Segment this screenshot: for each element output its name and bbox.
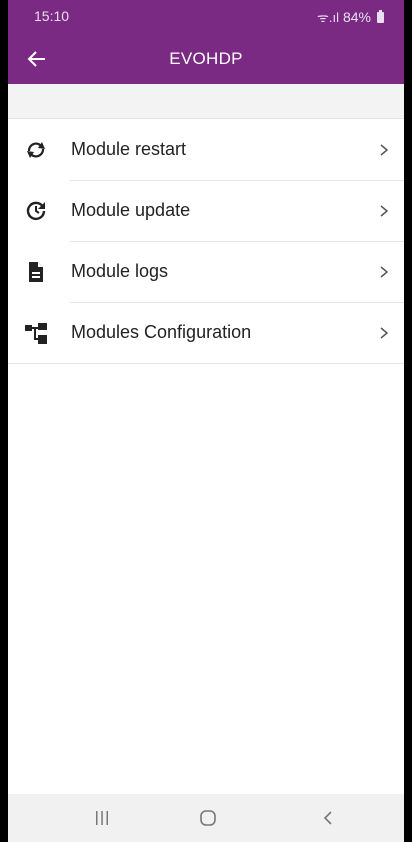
status-bar: 15:10 ᯤ.ıl 84%	[8, 0, 404, 34]
menu-item-modules-configuration[interactable]: Modules Configuration	[8, 302, 404, 363]
battery-percent: 84%	[342, 9, 371, 25]
phone-screen: 15:10 ᯤ.ıl 84% EVOHDP Module restart Mod…	[0, 0, 412, 842]
chevron-right-icon	[380, 204, 389, 217]
page-title: EVOHDP	[169, 49, 243, 68]
app-bar: EVOHDP	[8, 34, 404, 84]
update-icon	[24, 199, 48, 223]
menu-item-label: Modules Configuration	[71, 322, 252, 342]
system-nav-bar	[8, 794, 404, 842]
home-icon	[200, 810, 216, 826]
menu-item-label: Module update	[71, 200, 191, 220]
recent-apps-icon	[96, 811, 108, 825]
system-back-button[interactable]	[314, 806, 342, 830]
menu-item-label: Module logs	[71, 261, 169, 281]
signal-icon: ᯤ.ıl	[316, 10, 339, 25]
hierarchy-icon	[24, 321, 48, 345]
battery-icon	[377, 9, 384, 23]
status-indicators: ᯤ.ıl 84%	[317, 8, 384, 26]
back-icon	[323, 811, 332, 825]
status-time: 15:10	[34, 8, 70, 24]
chevron-right-icon	[380, 326, 389, 339]
menu-item-module-restart[interactable]: Module restart	[8, 119, 404, 180]
document-icon	[24, 260, 48, 284]
module-menu: Module restart Module update Module logs…	[8, 119, 404, 364]
menu-item-module-update[interactable]: Module update	[8, 180, 404, 241]
restart-icon	[24, 138, 48, 162]
home-button[interactable]	[194, 806, 222, 830]
menu-item-module-logs[interactable]: Module logs	[8, 241, 404, 302]
chevron-right-icon	[380, 143, 389, 156]
menu-item-label: Module restart	[71, 139, 187, 159]
chevron-right-icon	[380, 265, 389, 278]
header-spacer	[8, 84, 404, 119]
recent-apps-button[interactable]	[88, 806, 116, 830]
